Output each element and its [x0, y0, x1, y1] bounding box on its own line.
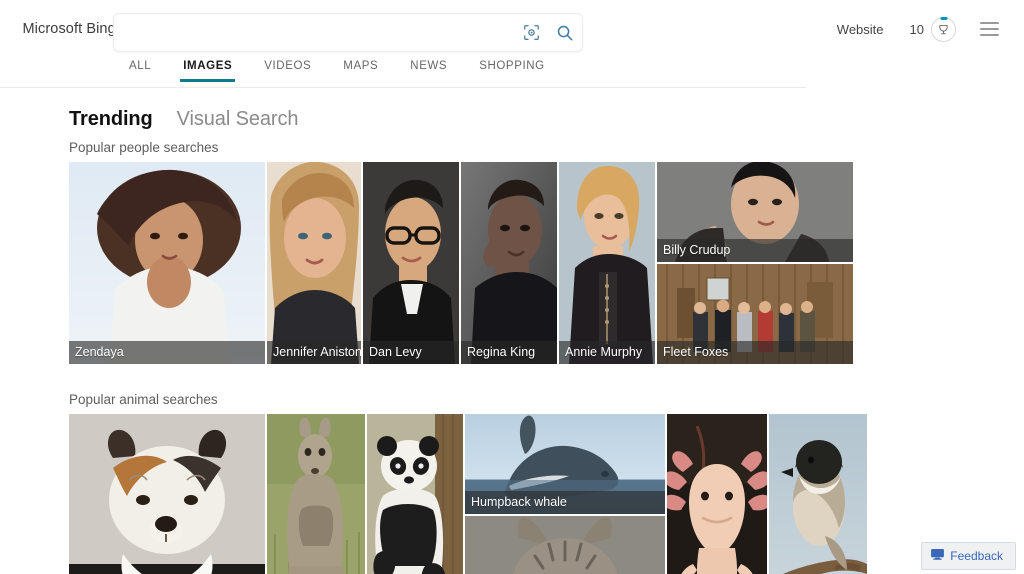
- feedback-label: Feedback: [950, 549, 1003, 563]
- image-tile-billy-crudup[interactable]: Billy Crudup: [657, 162, 853, 262]
- content-segment-tabs: Trending Visual Search: [69, 108, 1024, 131]
- rewards-trophy-icon: [931, 16, 956, 42]
- rewards-notification-dot: [940, 16, 947, 20]
- page-header: Microsoft Bing Website 10: [0, 0, 1024, 58]
- kangaroo: [267, 414, 365, 574]
- tab-shopping[interactable]: SHOPPING: [463, 58, 561, 81]
- image-tile-panda[interactable]: [367, 414, 463, 574]
- microsoft-bing-logo[interactable]: Microsoft Bing: [14, 21, 116, 38]
- image-label: Dan Levy: [363, 341, 459, 364]
- axolotl: [667, 414, 767, 574]
- rewards-button[interactable]: 10: [898, 16, 968, 42]
- image-label: Humpback whale: [465, 491, 665, 514]
- search-submit-icon[interactable]: [548, 14, 582, 51]
- image-label: Billy Crudup: [657, 239, 853, 262]
- tabby-cat: [465, 516, 665, 574]
- tab-videos[interactable]: VIDEOS: [248, 58, 327, 81]
- header-right-controls: Website 10: [823, 0, 1024, 58]
- image-label: Jennifer Aniston: [267, 341, 361, 364]
- image-tile-regina-king[interactable]: Regina King: [461, 162, 557, 364]
- tab-images[interactable]: IMAGES: [167, 58, 248, 82]
- image-tile-annie-murphy[interactable]: Annie Murphy: [559, 162, 655, 364]
- hamburger-menu-icon[interactable]: [968, 0, 1010, 58]
- image-tile-axolotl[interactable]: [667, 414, 767, 574]
- tab-maps[interactable]: MAPS: [327, 58, 394, 81]
- section-title-people: Popular people searches: [69, 140, 219, 155]
- australian-shepherd-dog: [69, 414, 265, 574]
- brand-name: Microsoft Bing: [22, 21, 116, 37]
- image-label: Annie Murphy: [559, 341, 655, 364]
- image-label: Zendaya: [69, 341, 265, 364]
- website-link[interactable]: Website: [823, 22, 898, 37]
- search-vertical-tabs: ALL IMAGES VIDEOS MAPS NEWS SHOPPING: [0, 58, 806, 88]
- rewards-count: 10: [909, 21, 924, 37]
- image-tile-chickadee[interactable]: [769, 414, 867, 574]
- image-tile-jennifer-aniston[interactable]: Jennifer Aniston: [267, 162, 361, 364]
- tab-news[interactable]: NEWS: [394, 58, 463, 81]
- dan-levy-portrait: [363, 162, 459, 364]
- chickadee-bird: [769, 414, 867, 574]
- search-input[interactable]: [114, 14, 514, 51]
- panda: [367, 414, 463, 574]
- image-label: Regina King: [461, 341, 557, 364]
- section-title-animals: Popular animal searches: [69, 392, 218, 407]
- image-label: Fleet Foxes: [657, 341, 853, 364]
- image-tile-fleet-foxes[interactable]: Fleet Foxes: [657, 264, 853, 364]
- segment-tab-visual-search[interactable]: Visual Search: [177, 108, 299, 131]
- people-stacked-column: Billy Crudup Fleet Foxes: [657, 162, 853, 364]
- feedback-button[interactable]: Feedback: [921, 542, 1016, 570]
- annie-murphy-portrait: [559, 162, 655, 364]
- image-tile-tabby-cat[interactable]: [465, 516, 665, 574]
- tab-all[interactable]: ALL: [113, 58, 167, 81]
- image-tile-australian-shepherd[interactable]: [69, 414, 265, 574]
- jennifer-aniston-portrait: [267, 162, 361, 364]
- people-image-grid: Zendaya Jennifer Aniston Dan Levy Regina…: [69, 162, 1024, 364]
- search-box[interactable]: [113, 13, 583, 52]
- animal-stacked-column: Humpback whale: [465, 414, 665, 574]
- segment-tab-trending[interactable]: Trending: [69, 108, 153, 131]
- animal-image-grid: Humpback whale: [69, 414, 1024, 574]
- monitor-icon: [931, 547, 945, 565]
- image-tile-dan-levy[interactable]: Dan Levy: [363, 162, 459, 364]
- microsoft-logo-icon: [14, 21, 16, 38]
- zendaya-portrait: [69, 162, 265, 364]
- image-tile-kangaroo[interactable]: [267, 414, 365, 574]
- image-tile-humpback-whale[interactable]: Humpback whale: [465, 414, 665, 514]
- main-content: Trending Visual Search Popular people se…: [0, 88, 1024, 574]
- image-tile-zendaya[interactable]: Zendaya: [69, 162, 265, 364]
- visual-search-icon[interactable]: [514, 14, 548, 51]
- regina-king-portrait: [461, 162, 557, 364]
